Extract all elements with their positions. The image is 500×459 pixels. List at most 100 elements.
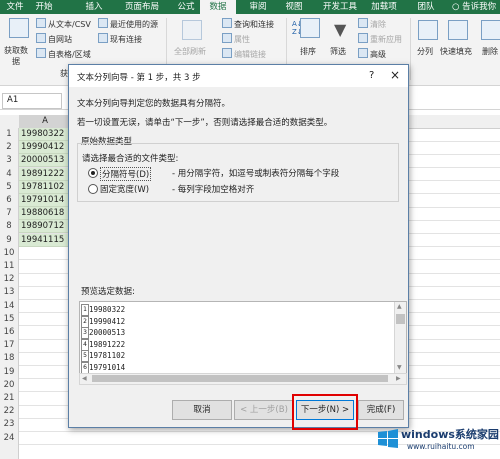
- clear-button[interactable]: 清除: [358, 18, 386, 30]
- row-header[interactable]: 9: [0, 234, 18, 247]
- properties-button[interactable]: 属性: [222, 33, 250, 45]
- row-header[interactable]: 2: [0, 141, 18, 154]
- tab-home[interactable]: 开始: [30, 0, 58, 14]
- tab-developer[interactable]: 开发工具: [318, 0, 362, 14]
- get-data-button-line2[interactable]: 据: [12, 56, 20, 67]
- remove-duplicates-button[interactable]: 删除: [482, 46, 498, 57]
- filter-button[interactable]: 筛选: [330, 46, 346, 57]
- preview-row-number: 1: [81, 304, 89, 316]
- preview-row: 3 20000513: [80, 327, 390, 339]
- from-text-csv-button[interactable]: 从文本/CSV: [36, 18, 91, 30]
- tab-page-layout[interactable]: 页面布局: [120, 0, 164, 14]
- from-table-button[interactable]: 自表格/区域: [36, 48, 91, 60]
- flash-fill-button[interactable]: 快速填充: [440, 46, 472, 57]
- row-header[interactable]: 6: [0, 194, 18, 207]
- column-header-a[interactable]: A: [19, 115, 71, 128]
- row-header[interactable]: 22: [0, 405, 18, 418]
- preview-row: 1 19980322: [80, 304, 390, 316]
- text-to-columns-button[interactable]: 分列: [417, 46, 433, 57]
- original-type-group: 请选择最合适的文件类型: 分隔符号(D) - 用分隔字符，如逗号或制表符分隔每个…: [77, 143, 399, 202]
- next-button-highlight: [292, 394, 358, 430]
- back-button[interactable]: < 上一步(B): [234, 400, 294, 420]
- radio-delimited[interactable]: [88, 168, 98, 178]
- row-header[interactable]: 1: [0, 128, 18, 141]
- row-header[interactable]: 24: [0, 432, 18, 445]
- watermark: windows系统家园 www.ruihaitu.com: [377, 424, 499, 456]
- option-fixed-width-label[interactable]: 固定宽度(W): [100, 183, 149, 195]
- tab-formulas[interactable]: 公式: [172, 0, 200, 14]
- row-header[interactable]: 15: [0, 313, 18, 326]
- row-header[interactable]: 14: [0, 300, 18, 313]
- queries-connections-button[interactable]: 查询和连接: [222, 18, 274, 30]
- get-data-button[interactable]: 获取数: [4, 45, 28, 56]
- row-header[interactable]: 21: [0, 392, 18, 405]
- preview-horizontal-scrollbar[interactable]: ◀ ▶: [79, 373, 407, 385]
- tab-file[interactable]: 文件: [2, 0, 28, 14]
- preview-row: 6 19791014: [80, 361, 390, 374]
- queries-icon: [222, 18, 232, 28]
- row-header[interactable]: 12: [0, 273, 18, 286]
- row-header[interactable]: 16: [0, 326, 18, 339]
- scroll-thumb[interactable]: [396, 314, 405, 324]
- cell-a1[interactable]: 19980322: [19, 128, 71, 141]
- tab-add-ins[interactable]: 加载项: [366, 0, 402, 14]
- lightbulb-icon: ○: [452, 2, 460, 12]
- text-file-icon: [36, 18, 46, 28]
- tab-data[interactable]: 数据: [200, 0, 236, 14]
- sort-button[interactable]: 排序: [300, 46, 316, 57]
- advanced-icon: [358, 48, 368, 58]
- from-web-button[interactable]: 自网站: [36, 33, 72, 45]
- scroll-left-icon[interactable]: ◀: [82, 375, 87, 382]
- row-header[interactable]: 8: [0, 220, 18, 233]
- row-header[interactable]: 19: [0, 366, 18, 379]
- existing-connections-button[interactable]: 现有连接: [98, 33, 142, 45]
- cell-a9[interactable]: 19941115: [19, 233, 71, 247]
- help-button[interactable]: ?: [369, 70, 374, 81]
- option-delimited-label[interactable]: 分隔符号(D): [100, 167, 152, 181]
- tell-me-box[interactable]: ○ 告诉我你: [452, 0, 500, 14]
- preview-row-text: 19791014: [89, 362, 126, 372]
- name-box[interactable]: A1: [2, 93, 62, 109]
- row-header[interactable]: 20: [0, 379, 18, 392]
- preview-vertical-scrollbar[interactable]: ▲ ▼: [394, 302, 406, 374]
- radio-fixed-width[interactable]: [88, 184, 98, 194]
- advanced-filter-button[interactable]: 高级: [358, 48, 386, 60]
- row-header[interactable]: 18: [0, 352, 18, 365]
- scroll-right-icon[interactable]: ▶: [396, 375, 401, 382]
- cell-a6[interactable]: 19791014: [19, 194, 71, 207]
- edit-links-button[interactable]: 编辑链接: [222, 48, 266, 60]
- cell-a5[interactable]: 19781102: [19, 180, 71, 194]
- close-button[interactable]: ×: [390, 68, 400, 82]
- finish-button[interactable]: 完成(F): [358, 400, 404, 420]
- data-preview-pane[interactable]: 1 19980322 2 19990412 3 20000513 4 19891222 5 197…: [79, 301, 407, 375]
- tab-view[interactable]: 视图: [280, 0, 308, 14]
- preview-row-text: 19891222: [89, 339, 126, 349]
- row-header[interactable]: 10: [0, 247, 18, 260]
- horizontal-scroll-thumb[interactable]: [92, 375, 388, 382]
- cell-a4[interactable]: 19891222: [19, 167, 71, 181]
- tab-team[interactable]: 团队: [412, 0, 440, 14]
- cell-a3[interactable]: 20000513: [19, 154, 71, 168]
- preview-row-number: 3: [81, 327, 89, 339]
- row-header[interactable]: 7: [0, 207, 18, 220]
- row-header[interactable]: 17: [0, 339, 18, 352]
- tab-review[interactable]: 审阅: [244, 0, 272, 14]
- cell-a7[interactable]: 19880618: [19, 207, 71, 221]
- cell-a2[interactable]: 19990412: [19, 141, 71, 155]
- cell-reference: A1: [7, 95, 19, 105]
- row-header[interactable]: 4: [0, 168, 18, 181]
- cell-a8[interactable]: 19890712: [19, 220, 71, 234]
- recent-sources-button[interactable]: 最近使用的源: [98, 18, 158, 30]
- reapply-button[interactable]: 重新应用: [358, 33, 402, 45]
- scroll-up-icon[interactable]: ▲: [397, 303, 402, 310]
- row-header[interactable]: 5: [0, 181, 18, 194]
- scroll-down-icon[interactable]: ▼: [397, 364, 402, 371]
- row-header[interactable]: 3: [0, 154, 18, 167]
- row-header[interactable]: 13: [0, 286, 18, 299]
- row-header[interactable]: 11: [0, 260, 18, 273]
- row-header[interactable]: 23: [0, 418, 18, 431]
- dialog-title: 文本分列向导 - 第 1 步，共 3 步: [77, 73, 201, 83]
- refresh-all-button[interactable]: 全部刷新: [174, 46, 206, 57]
- tab-insert[interactable]: 插入: [80, 0, 108, 14]
- cancel-button[interactable]: 取消: [172, 400, 232, 420]
